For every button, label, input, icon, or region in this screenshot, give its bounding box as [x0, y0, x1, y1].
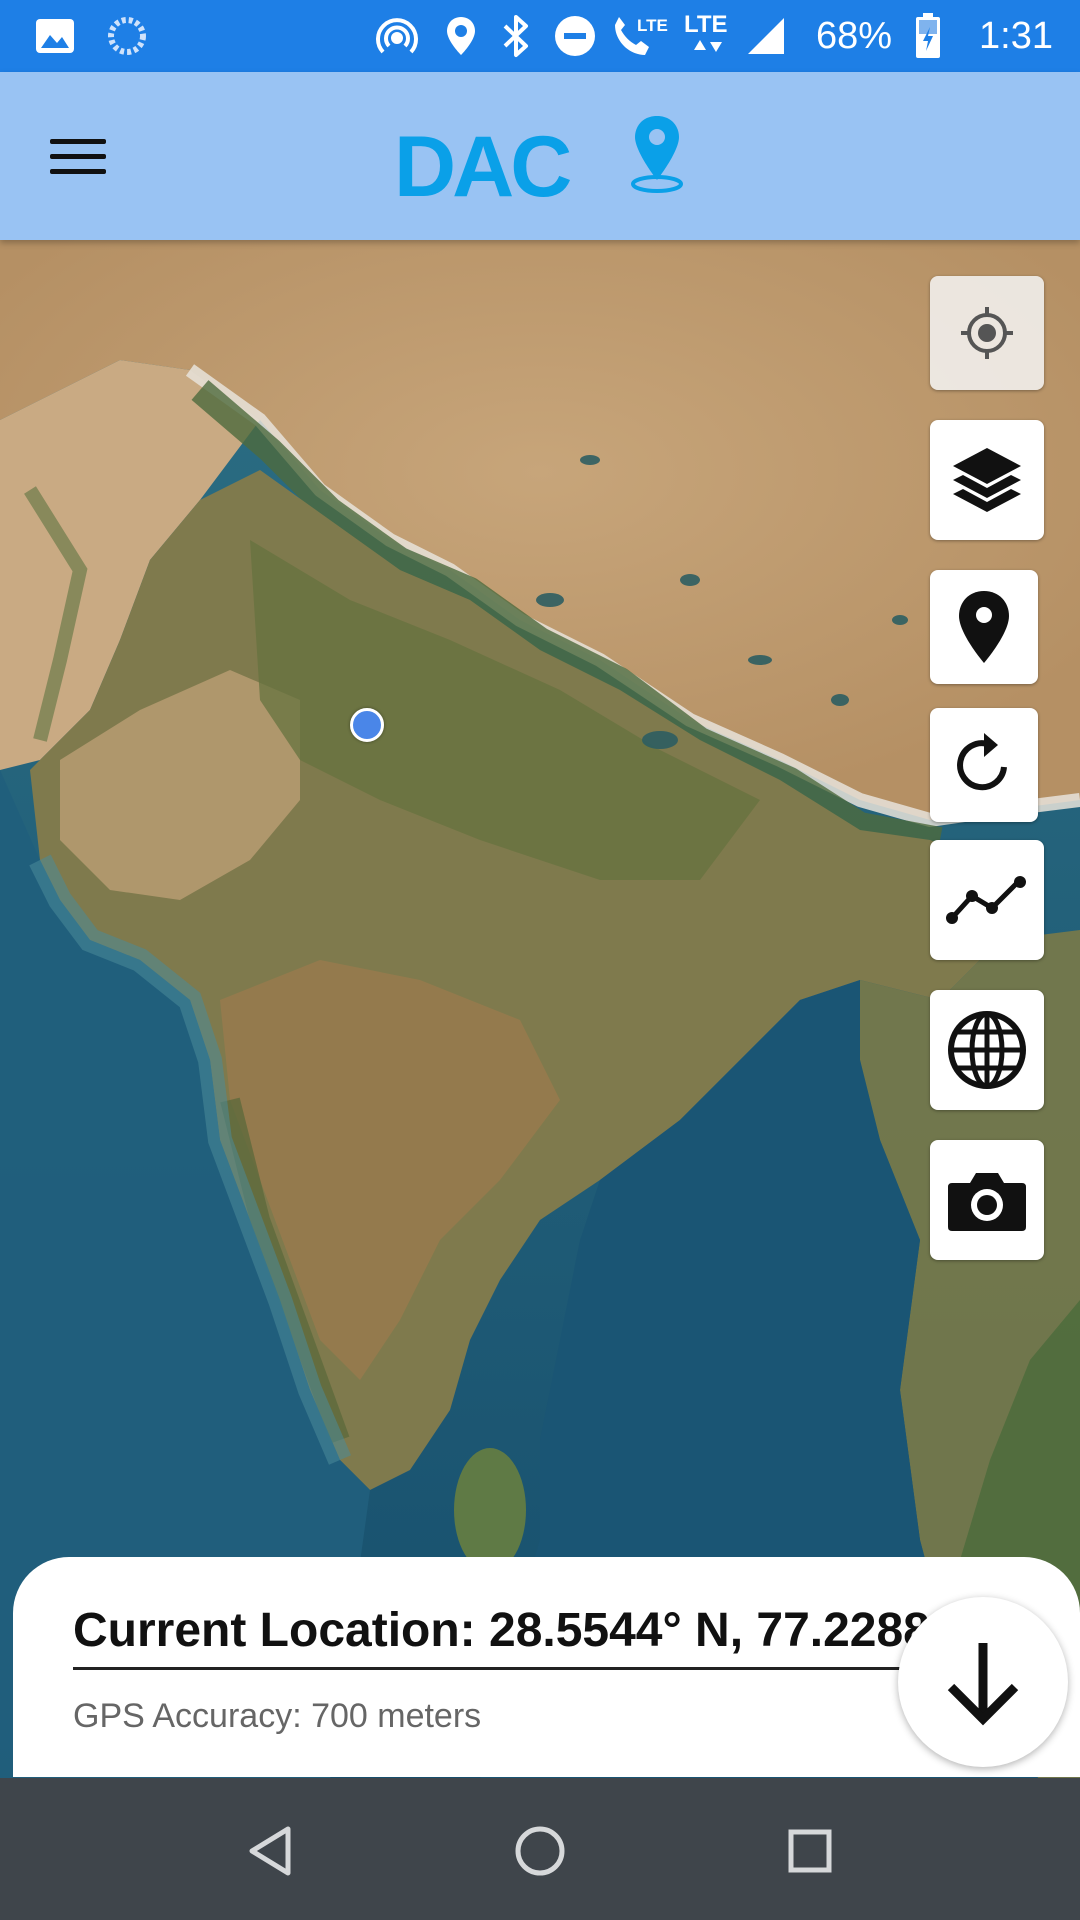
globe-button[interactable] — [930, 990, 1044, 1110]
collapse-card-button[interactable] — [898, 1597, 1068, 1767]
signal-icon — [742, 0, 790, 72]
current-location-marker — [350, 708, 384, 742]
app-logo: DAC — [392, 108, 692, 218]
logo-pin-icon — [631, 116, 683, 193]
refresh-button[interactable] — [930, 708, 1038, 822]
gps-accuracy-text: GPS Accuracy: 700 meters — [73, 1697, 482, 1735]
polyline-icon — [946, 876, 1026, 924]
layers-icon — [953, 448, 1021, 512]
recents-icon[interactable] — [765, 1806, 855, 1896]
svg-text:LTE: LTE — [684, 11, 728, 38]
system-nav-bar — [0, 1778, 1080, 1920]
track-path-button[interactable] — [930, 840, 1044, 960]
hotspot-icon — [372, 0, 422, 72]
my-location-button[interactable] — [930, 276, 1044, 390]
crosshair-icon — [961, 307, 1013, 359]
location-icon — [436, 0, 486, 72]
camera-icon — [948, 1173, 1026, 1231]
svg-text:DAC: DAC — [394, 119, 570, 215]
back-icon[interactable] — [225, 1806, 315, 1896]
clock: 1:31 — [979, 14, 1053, 57]
globe-icon — [948, 1011, 1026, 1089]
layers-button[interactable] — [930, 420, 1044, 540]
drop-pin-button[interactable] — [930, 570, 1038, 684]
lte-data-icon: LTE — [680, 0, 736, 72]
hamburger-menu-icon[interactable] — [36, 120, 120, 192]
battery-percent: 68% — [815, 14, 893, 57]
refresh-icon — [957, 733, 1007, 791]
satellite-map[interactable] — [0, 240, 1080, 1780]
home-icon[interactable] — [495, 1806, 585, 1896]
loading-icon — [102, 0, 152, 72]
divider — [73, 1667, 1033, 1670]
do-not-disturb-icon — [550, 0, 600, 72]
bluetooth-icon — [494, 0, 538, 72]
app-bar: DAC — [0, 72, 1080, 240]
svg-text:LTE: LTE — [637, 16, 668, 35]
map-pin-icon — [959, 591, 1009, 663]
arrow-down-icon — [947, 1643, 1019, 1726]
volte-call-icon: LTE — [608, 0, 670, 72]
battery-charging-icon — [910, 0, 946, 72]
image-icon — [30, 0, 80, 72]
camera-button[interactable] — [930, 1140, 1044, 1260]
current-location-text: Current Location: 28.5544° N, 77.2288° E — [73, 1604, 995, 1657]
status-bar: LTE LTE 68% 1:31 — [0, 0, 1080, 72]
